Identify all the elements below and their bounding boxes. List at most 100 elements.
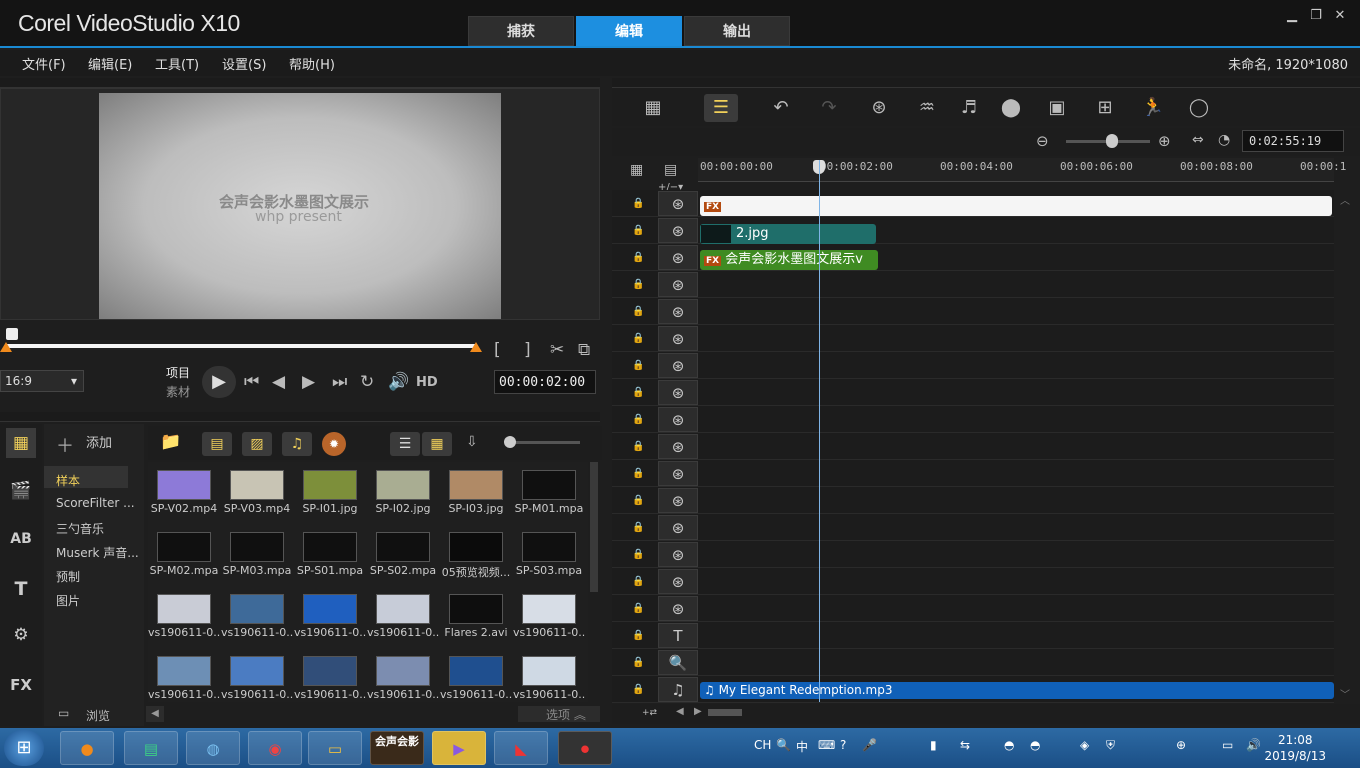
fx-icon[interactable]: FX (6, 670, 36, 700)
track-row[interactable]: 🔒 ⊛ (612, 595, 1334, 622)
film-reel-icon[interactable]: ⊛ (658, 461, 698, 486)
library-item[interactable]: vs190611-0... (221, 586, 293, 648)
tray-network-icon[interactable]: ⇆ (960, 738, 970, 752)
tray-search-icon[interactable]: 🔍 (776, 738, 791, 752)
timeline-view-icon[interactable]: ☰ (704, 94, 738, 122)
film-reel-icon[interactable]: ⊛ (658, 407, 698, 432)
library-item[interactable]: vs190611-0... (513, 586, 585, 648)
graphic-icon[interactable]: ⚙ (6, 620, 36, 650)
go-start-icon[interactable]: ⏮ (244, 372, 259, 392)
track-lock-icon[interactable]: 🔒 (632, 333, 644, 344)
track-lock-icon[interactable]: 🔒 (632, 684, 644, 695)
show-audio-icon[interactable]: ♫ (282, 432, 312, 456)
taskbar-app-8[interactable]: ⏺ (558, 731, 612, 765)
close-icon[interactable]: ✕ (1330, 8, 1350, 26)
track-lock-icon[interactable]: 🔒 (632, 306, 644, 317)
tray-ime[interactable]: 中 (796, 738, 808, 755)
title-track-icon[interactable]: T (658, 623, 698, 648)
show-photo-icon[interactable]: ▨ (242, 432, 272, 456)
corel-videostudio-app[interactable]: 会声会影 (370, 731, 424, 765)
title-clip[interactable]: FX 会声会影水墨图文展示v (700, 250, 878, 270)
mark-in-icon[interactable]: [ (494, 340, 501, 360)
tab-edit[interactable]: 编辑 (576, 16, 682, 46)
folder-item-4[interactable]: 预制 (56, 568, 80, 585)
volume-icon[interactable]: 🔊 (388, 372, 409, 392)
folder-icon[interactable]: 📁 (160, 432, 181, 452)
mode-clip[interactable]: 素材 (166, 383, 190, 400)
enlarge-preview-icon[interactable]: ⧉ (578, 340, 590, 360)
tray-nvidia-icon[interactable]: ◈ (1080, 738, 1089, 752)
voice-track-icon[interactable]: 🔍 (658, 650, 698, 675)
fit-timeline-icon[interactable]: +⇄ (642, 708, 657, 718)
track-lock-icon[interactable]: 🔒 (632, 387, 644, 398)
auto-music-icon[interactable]: ♬ (952, 94, 986, 122)
title-icon[interactable]: T (6, 574, 36, 604)
explorer-icon[interactable]: ▭ (308, 731, 362, 765)
scrubber-handle[interactable] (6, 328, 18, 340)
track-row[interactable]: 🔒 ⊛ (612, 568, 1334, 595)
tray-add-icon[interactable]: ⊕ (1176, 738, 1186, 752)
music-track-icon[interactable]: ♫ (658, 677, 698, 702)
library-item[interactable]: SP-S01.mpa (294, 524, 366, 586)
preview-panel-grip[interactable] (0, 78, 600, 88)
track-row[interactable]: 🔒 ⊛ (612, 379, 1334, 406)
duration-icon[interactable]: ◔ (1218, 132, 1230, 148)
add-icon[interactable]: ＋ (56, 432, 74, 458)
project-duration[interactable]: 0:02:55:19 (1242, 130, 1344, 152)
restore-icon[interactable]: ❐ (1306, 8, 1326, 26)
library-item[interactable]: vs190611-0... (294, 648, 366, 702)
mask-creator-icon[interactable]: ◯ (1182, 94, 1216, 122)
sort-options-icon[interactable]: ✹ (322, 432, 346, 456)
film-reel-icon[interactable]: ⊛ (658, 380, 698, 405)
track-row[interactable]: 🔒 ⊛ (612, 487, 1334, 514)
time-remapping-icon[interactable]: 🏃 (1136, 94, 1170, 122)
track-row[interactable]: 🔒 ⊛ (612, 460, 1334, 487)
go-end-icon[interactable]: ⏭ (332, 372, 347, 392)
taskbar-app-6[interactable]: ▶ (432, 731, 486, 765)
multi-camera-icon[interactable]: ⊞ (1088, 94, 1122, 122)
library-item[interactable]: vs190611-0... (221, 648, 293, 702)
track-lock-icon[interactable]: 🔒 (632, 630, 644, 641)
repeat-icon[interactable]: ↻ (360, 372, 374, 392)
tray-keyboard-icon[interactable]: ⌨ (818, 738, 835, 752)
timeline-panel-grip[interactable] (612, 78, 1360, 88)
thumb-size-slider[interactable] (508, 441, 580, 444)
folder-item-0[interactable]: 样本 (56, 472, 80, 489)
timeline-playhead[interactable] (819, 160, 820, 702)
folder-item-5[interactable]: 图片 (56, 592, 80, 609)
track-lock-icon[interactable]: 🔒 (632, 441, 644, 452)
track-row[interactable]: 🔒 ⊛ (612, 406, 1334, 433)
media-icon[interactable]: ▦ (6, 428, 36, 458)
prev-frame-icon[interactable]: ◀ (272, 372, 285, 392)
motion-tracking-icon[interactable]: ⬤ (994, 94, 1028, 122)
track-row[interactable]: 🔒 ⊛ (612, 298, 1334, 325)
film-reel-icon[interactable]: ⊛ (658, 488, 698, 513)
mark-out-icon[interactable]: ] (524, 340, 531, 360)
film-reel-icon[interactable]: ⊛ (658, 272, 698, 297)
chrome-icon[interactable]: ◉ (248, 731, 302, 765)
zoom-out-icon[interactable]: ⊖ (1036, 132, 1049, 150)
library-item[interactable]: vs190611-0... (440, 648, 512, 702)
library-panel-grip[interactable] (0, 412, 600, 422)
library-item[interactable]: vs190611-0... (294, 586, 366, 648)
trim-start-marker[interactable] (0, 342, 12, 352)
tab-capture[interactable]: 捕获 (468, 16, 574, 46)
trim-end-marker[interactable] (470, 342, 482, 352)
track-manager-icon[interactable]: ▤ (664, 162, 677, 178)
undo-icon[interactable]: ↶ (764, 94, 798, 122)
show-all-tracks-icon[interactable]: ▦ (630, 162, 643, 178)
film-reel-icon[interactable]: ⊛ (658, 542, 698, 567)
transition-icon[interactable]: AB (6, 524, 36, 554)
taskbar-app-2[interactable]: ◍ (186, 731, 240, 765)
film-reel-icon[interactable]: ⊛ (658, 245, 698, 270)
track-row[interactable]: 🔒 🔍 (612, 649, 1334, 676)
library-item[interactable]: SP-M02.mpa (148, 524, 220, 586)
track-lock-icon[interactable]: 🔒 (632, 549, 644, 560)
preview-timecode[interactable]: 00:00:02:00 (494, 370, 596, 394)
film-reel-icon[interactable]: ⊛ (658, 326, 698, 351)
film-reel-icon[interactable]: ⊛ (658, 434, 698, 459)
timeline-scroll-thumb[interactable] (708, 709, 742, 716)
film-reel-icon[interactable]: ⊛ (658, 191, 698, 216)
tab-share[interactable]: 输出 (684, 16, 790, 46)
track-row[interactable]: 🔒 ⊛ (612, 325, 1334, 352)
